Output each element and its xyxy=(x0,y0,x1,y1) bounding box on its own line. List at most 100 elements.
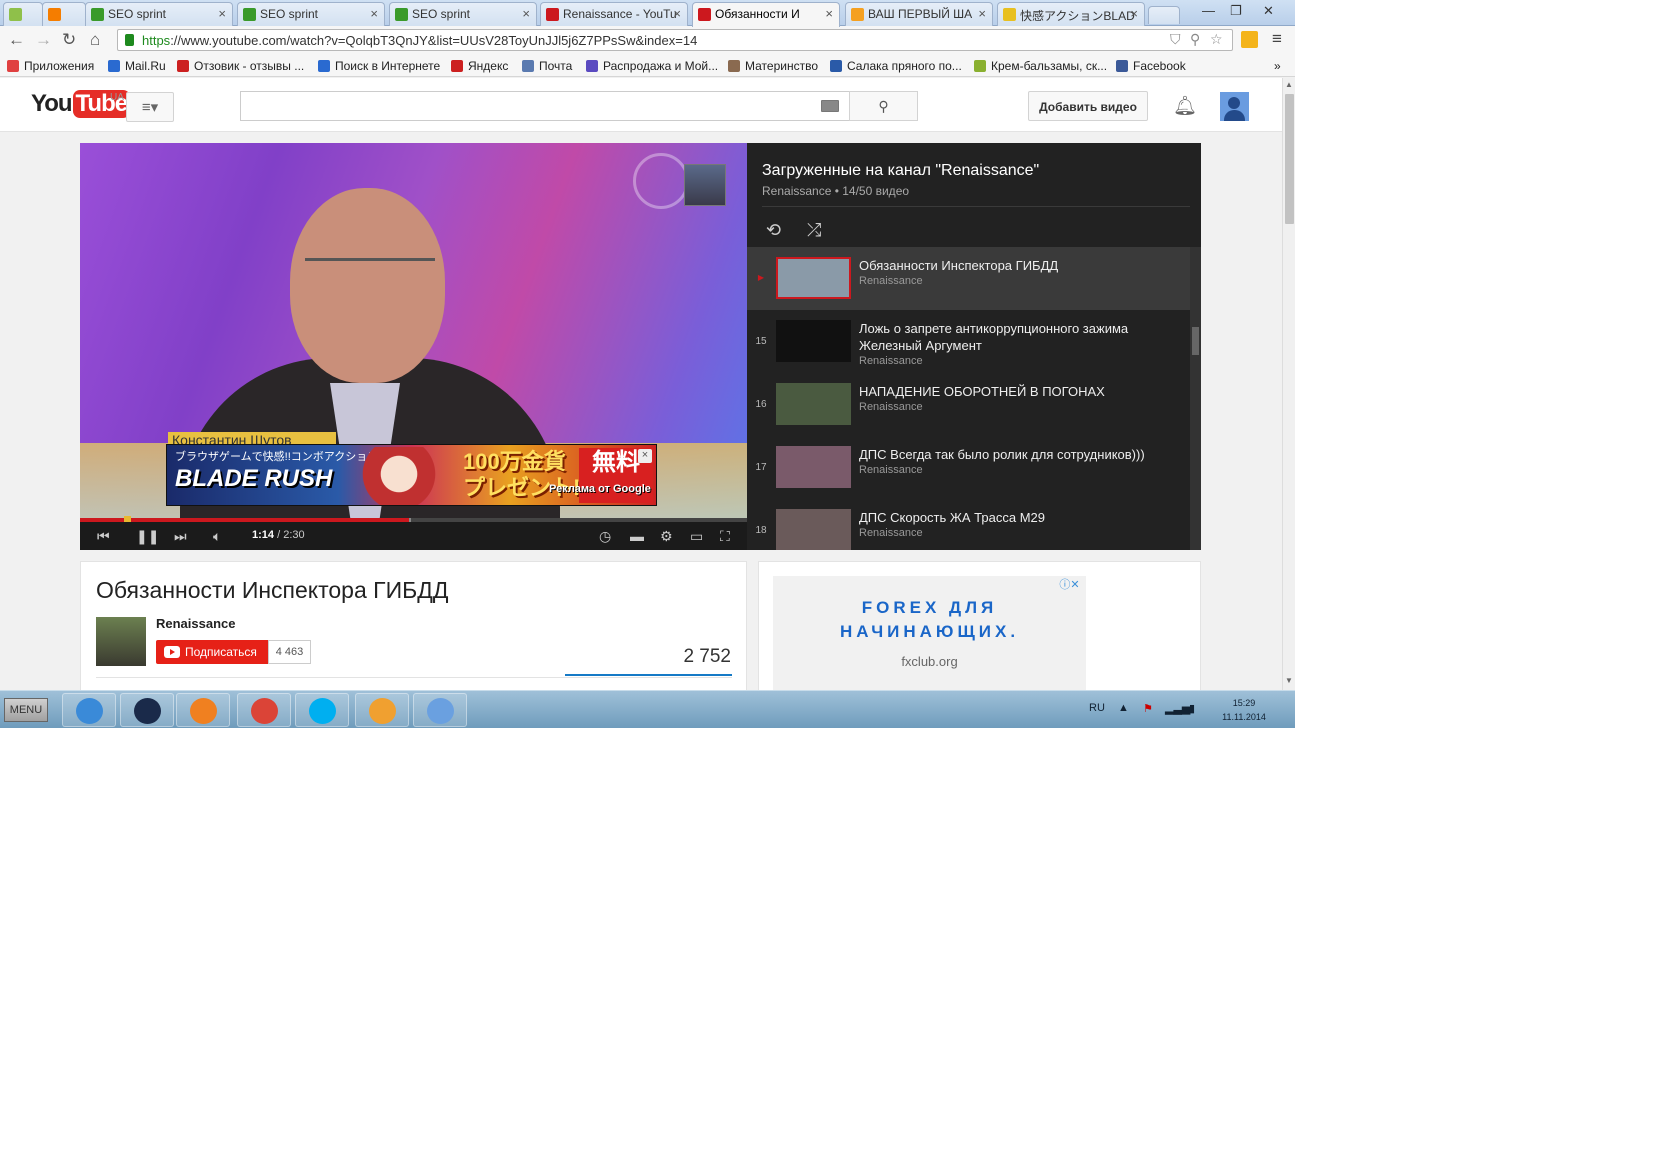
tab-close-icon[interactable]: × xyxy=(825,6,833,21)
fullscreen-icon[interactable]: ⛶ xyxy=(720,528,730,545)
shuffle-icon[interactable]: ⤮ xyxy=(807,220,821,241)
new-tab-button[interactable] xyxy=(1148,6,1180,24)
language-indicator[interactable]: RU xyxy=(1089,702,1105,714)
playlist-item-text[interactable]: ДПС Всегда так было ролик для сотруднико… xyxy=(859,446,1179,478)
scrollbar-thumb[interactable] xyxy=(1285,94,1294,224)
watch-later-icon[interactable]: ◷ xyxy=(599,528,611,545)
tab-close-icon[interactable]: × xyxy=(522,6,530,21)
ad-close-button[interactable]: × xyxy=(638,449,652,463)
playlist-title[interactable]: Загруженные на канал "Renaissance" xyxy=(762,162,1039,180)
playlist-item[interactable]: 15 Ложь о запрете антикоррупционного зажи… xyxy=(747,310,1190,373)
previous-icon[interactable]: ⏮ xyxy=(97,528,110,545)
taskbar-app-monitor[interactable] xyxy=(120,693,174,727)
star-icon[interactable]: ☆ xyxy=(1210,31,1223,48)
taskbar-app-chrome[interactable] xyxy=(237,693,291,727)
zoom-icon[interactable]: ⚲ xyxy=(1190,31,1200,48)
bookmark-item[interactable]: Отзовик - отзывы ... xyxy=(177,59,304,73)
bookmark-item[interactable]: Распродажа и Мой... xyxy=(586,59,718,73)
browser-tab[interactable]: SEO sprint × xyxy=(85,2,233,26)
browser-tab[interactable] xyxy=(42,2,86,26)
search-button[interactable]: ⚲ xyxy=(849,91,918,121)
tab-close-icon[interactable]: × xyxy=(370,6,378,21)
back-icon[interactable]: ← xyxy=(8,30,25,50)
ad-info-close-icon[interactable]: ⓘ✕ xyxy=(1053,576,1086,592)
browser-tab[interactable] xyxy=(3,2,43,26)
sidebar-ad[interactable]: FOREX ДЛЯ НАЧИНАЮЩИХ. fxclub.org ⓘ✕ xyxy=(773,576,1086,702)
playlist-item-thumbnail[interactable] xyxy=(776,257,851,299)
signal-icon[interactable]: ▂▃▅ xyxy=(1165,702,1190,715)
playlist-scrollbar[interactable] xyxy=(1190,247,1201,550)
bookmark-item[interactable]: Facebook xyxy=(1116,59,1186,73)
browser-tab[interactable]: SEO sprint × xyxy=(237,2,385,26)
playlist-item[interactable]: 18 ДПС Скорость ЖА Трасса М29 Renaissance xyxy=(747,499,1190,550)
scroll-up-icon[interactable]: ▲ xyxy=(1285,80,1293,89)
bookmark-item[interactable]: Материнство xyxy=(728,59,818,73)
account-avatar[interactable] xyxy=(1220,92,1249,121)
network-error-icon[interactable]: ⚑ xyxy=(1143,702,1153,715)
settings-gear-icon[interactable]: ⚙ xyxy=(660,528,673,545)
taskbar-app-media[interactable] xyxy=(176,693,230,727)
close-window-icon[interactable]: ✕ xyxy=(1263,3,1274,19)
menu-icon[interactable]: ≡ xyxy=(1272,29,1282,49)
playlist-item-thumbnail[interactable] xyxy=(776,446,851,488)
bookmark-item[interactable]: Почта xyxy=(522,59,572,73)
bookmark-item[interactable]: Салака пряного по... xyxy=(830,59,962,73)
browser-tab[interactable]: ВАШ ПЕРВЫЙ ША × xyxy=(845,2,993,26)
playlist-item-thumbnail[interactable] xyxy=(776,383,851,425)
taskbar-app-paint[interactable] xyxy=(413,693,467,727)
subscribe-button[interactable]: Подписаться xyxy=(156,640,268,664)
address-bar[interactable]: https://www.youtube.com/watch?v=QolqbT3Q… xyxy=(117,29,1233,51)
tray-arrow-icon[interactable]: ▲ xyxy=(1118,702,1129,714)
playlist-item-text[interactable]: НАПАДЕНИЕ ОБОРОТНЕЙ В ПОГОНАХ Renaissance xyxy=(859,383,1179,415)
pause-icon[interactable]: ❚❚ xyxy=(136,528,159,545)
taskbar-app-skype[interactable] xyxy=(295,693,349,727)
playlist-item-text[interactable]: Обязанности Инспектора ГИБДД Renaissance xyxy=(859,257,1179,289)
tab-close-icon[interactable]: × xyxy=(673,6,681,21)
bookmark-item[interactable]: Яндекс xyxy=(451,59,508,73)
next-icon[interactable]: ⏭ xyxy=(174,528,187,545)
playlist-item-text[interactable]: Ложь о запрете антикоррупционного зажима… xyxy=(859,320,1179,369)
volume-icon[interactable]: 🔈︎ xyxy=(213,528,221,545)
playlist-item[interactable]: ▶ Обязанности Инспектора ГИБДД Renaissance xyxy=(747,247,1190,310)
playlist-item[interactable]: 16 НАПАДЕНИЕ ОБОРОТНЕЙ В ПОГОНАХ Renaissan… xyxy=(747,373,1190,436)
playlist-item-text[interactable]: ДПС Скорость ЖА Трасса М29 Renaissance xyxy=(859,509,1179,541)
upload-button[interactable]: Добавить видео xyxy=(1028,91,1148,121)
bookmark-item[interactable]: Крем-бальзамы, ск... xyxy=(974,59,1107,73)
browser-tab[interactable]: Renaissance - YouTu × xyxy=(540,2,688,26)
reload-icon[interactable]: ↻ xyxy=(62,30,76,50)
taskbar-app-icq[interactable] xyxy=(355,693,409,727)
tab-close-icon[interactable]: × xyxy=(1130,6,1138,21)
extension-icon[interactable] xyxy=(1241,31,1258,48)
owner-name[interactable]: Renaissance xyxy=(156,616,236,631)
playlist-item[interactable]: 17 ДПС Всегда так было ролик для сотрудни… xyxy=(747,436,1190,499)
loop-icon[interactable]: ⟲ xyxy=(766,220,781,241)
clock[interactable]: 15:29 11.11.2014 xyxy=(1216,696,1272,724)
captions-icon[interactable]: ▬ xyxy=(630,528,644,544)
bookmark-item[interactable]: Поиск в Интернете xyxy=(318,59,440,73)
taskbar-app-ie[interactable] xyxy=(62,693,116,727)
forward-icon[interactable]: → xyxy=(35,30,52,50)
bookmarks-overflow-button[interactable]: » xyxy=(1274,59,1281,73)
notifications-bell-icon[interactable]: 🔔︎ xyxy=(1173,94,1197,118)
tab-close-icon[interactable]: × xyxy=(218,6,226,21)
bookmark-item[interactable]: Mail.Ru xyxy=(108,59,166,73)
tab-close-icon[interactable]: × xyxy=(978,6,986,21)
page-scrollbar[interactable]: ▲ ▼ xyxy=(1282,78,1295,690)
search-input[interactable] xyxy=(240,91,850,121)
start-button[interactable]: MENU xyxy=(4,698,48,722)
keyboard-icon[interactable] xyxy=(821,100,839,112)
browser-tab[interactable]: Обязанности И × xyxy=(692,2,840,27)
video-player[interactable]: Константин Шутов ブラウザゲームで快感!!コンボアクション BL… xyxy=(80,143,747,550)
power-icon[interactable]: ▮ xyxy=(1189,702,1195,715)
channel-watermark[interactable] xyxy=(684,164,726,206)
browser-tab[interactable]: SEO sprint × xyxy=(389,2,537,26)
minimize-icon[interactable]: — xyxy=(1202,3,1215,18)
playlist-scroll-thumb[interactable] xyxy=(1192,327,1199,355)
guide-button[interactable]: ≡▾ xyxy=(126,92,174,122)
bookmark-item[interactable]: Приложения xyxy=(7,59,94,73)
theater-mode-icon[interactable]: ▭ xyxy=(690,528,703,545)
owner-avatar[interactable] xyxy=(96,617,146,666)
home-icon[interactable]: ⌂ xyxy=(90,30,100,50)
playlist-item-thumbnail[interactable] xyxy=(776,320,851,362)
restore-icon[interactable]: ❐ xyxy=(1230,3,1242,19)
